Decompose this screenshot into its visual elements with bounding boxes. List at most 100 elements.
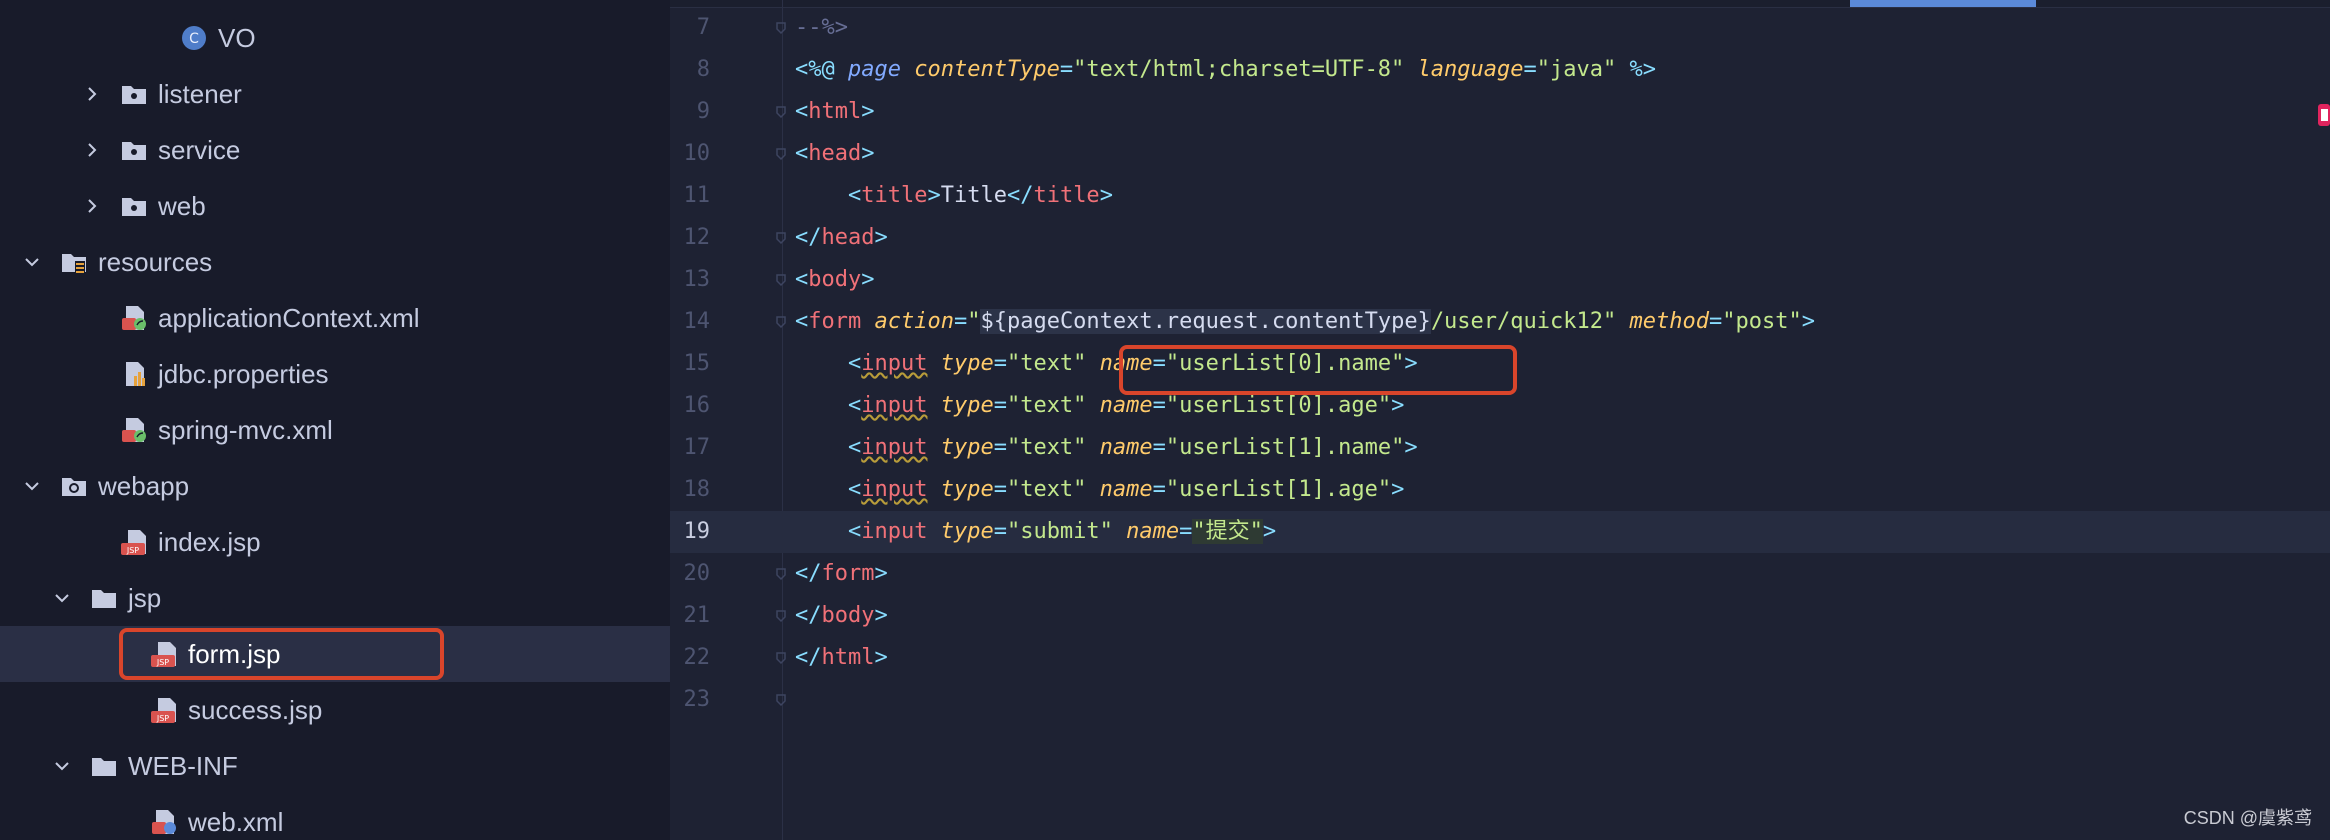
line-number[interactable]: 17 [670, 427, 711, 469]
line-number[interactable]: 13 [670, 259, 711, 301]
fold-marker-icon[interactable] [774, 105, 788, 119]
line-number[interactable]: 22 [670, 637, 711, 679]
fold-marker-icon[interactable] [774, 315, 788, 329]
code-token: "userList[0].name" [1165, 351, 1405, 376]
code-text: </html> [795, 637, 888, 679]
fold-marker-icon[interactable] [774, 567, 788, 581]
line-number[interactable]: 21 [670, 595, 711, 637]
code-line[interactable]: 18 <input type="text" name="userList[1].… [670, 469, 2330, 511]
line-number[interactable]: 14 [670, 301, 711, 343]
tree-item-service[interactable]: service [0, 122, 670, 178]
code-token: = [993, 393, 1007, 418]
code-line[interactable]: 22 </html> [670, 637, 2330, 679]
code-token: "text" [1006, 393, 1100, 418]
code-text: <html> [795, 91, 874, 133]
fold-marker-icon[interactable] [774, 609, 788, 623]
code-token: < [847, 435, 862, 460]
tree-item-success-jsp[interactable]: JSP success.jsp [0, 682, 670, 738]
code-token: type [940, 393, 994, 418]
chevron-down-icon[interactable] [52, 588, 72, 608]
code-text: <input type="text" name="userList[1].age… [795, 469, 1404, 511]
line-number[interactable]: 8 [670, 49, 710, 91]
svg-text:C: C [189, 31, 199, 47]
tree-item-web-xml[interactable]: web.xml [0, 794, 670, 840]
code-line[interactable]: 15 <input type="text" name="userList[0].… [670, 343, 2330, 385]
code-token: = [1523, 57, 1537, 82]
fold-marker-icon[interactable] [774, 147, 788, 161]
tree-item-applicationcontext-xml[interactable]: applicationContext.xml [0, 290, 670, 346]
code-text: <input type="text" name="userList[1].nam… [795, 427, 1418, 469]
code-token: > [1391, 393, 1405, 418]
code-token: > [1404, 435, 1418, 460]
code-line[interactable]: 14 <form action="${pageContext.request.co… [670, 301, 2330, 343]
line-number[interactable]: 18 [670, 469, 711, 511]
code-line[interactable]: 13 <body> [670, 259, 2330, 301]
fold-marker-icon[interactable] [774, 693, 788, 707]
code-line[interactable]: 20 </form> [670, 553, 2330, 595]
code-token: form [808, 309, 875, 334]
jsp-file-icon: JSP [150, 640, 178, 668]
tree-item-label: listener [158, 78, 242, 109]
code-token: contentType [914, 57, 1060, 82]
chevron-right-icon[interactable] [82, 84, 102, 104]
line-number[interactable]: 12 [670, 217, 711, 259]
code-line[interactable]: 21 </body> [670, 595, 2330, 637]
code-text: <body> [795, 259, 874, 301]
code-editor[interactable]: 7 --%> 8 <%@ page contentType="text/html;ch… [670, 0, 2330, 840]
code-line[interactable]: 23 [670, 679, 2330, 721]
fold-marker-icon[interactable] [774, 651, 788, 665]
tree-item-listener[interactable]: listener [0, 66, 670, 122]
tree-item-index-jsp[interactable]: JSP index.jsp [0, 514, 670, 570]
code-token: body [821, 603, 875, 628]
chevron-down-icon[interactable] [22, 252, 42, 272]
chevron-down-icon[interactable] [52, 756, 72, 776]
code-line[interactable]: 8 <%@ page contentType="text/html;charset… [670, 49, 2330, 91]
code-token: > [1404, 351, 1418, 376]
code-line[interactable]: 12 </head> [670, 217, 2330, 259]
jsp-file-icon: JSP [120, 528, 148, 556]
tree-item-jsp[interactable]: jsp [0, 570, 670, 626]
chevron-right-icon[interactable] [82, 140, 102, 160]
code-line[interactable]: 7 --%> [670, 7, 2330, 49]
class-icon: C [180, 24, 208, 52]
chevron-right-icon[interactable] [82, 196, 102, 216]
line-number[interactable]: 7 [670, 7, 710, 49]
tree-item-jdbc-properties[interactable]: jdbc.properties [0, 346, 670, 402]
code-line[interactable]: 11 <title>Title</title> [670, 175, 2330, 217]
code-line[interactable]: 17 <input type="text" name="userList[1].… [670, 427, 2330, 469]
line-number[interactable]: 15 [670, 343, 711, 385]
code-token: = [1179, 519, 1193, 544]
code-token: /user/quick12" [1430, 309, 1630, 334]
code-token: title [861, 183, 928, 208]
chevron-down-icon[interactable] [22, 476, 42, 496]
code-line[interactable]: 10 <head> [670, 133, 2330, 175]
fold-marker-icon[interactable] [774, 273, 788, 287]
tree-item-form-jsp[interactable]: JSP form.jsp [0, 626, 670, 682]
tree-item-webapp[interactable]: webapp [0, 458, 670, 514]
line-number[interactable]: 20 [670, 553, 711, 595]
fold-marker-icon[interactable] [774, 231, 788, 245]
code-token: > [874, 561, 888, 586]
line-number[interactable]: 19 [670, 511, 711, 553]
error-stripe-marker-icon[interactable] [2316, 100, 2330, 130]
code-line[interactable]: 16 <input type="text" name="userList[0].… [670, 385, 2330, 427]
code-line[interactable]: 9 <html> [670, 91, 2330, 133]
tree-item-spring-mvc-xml[interactable]: spring-mvc.xml [0, 402, 670, 458]
tree-item-web[interactable]: web [0, 178, 670, 234]
line-number[interactable]: 11 [670, 175, 711, 217]
fold-marker-icon[interactable] [774, 21, 788, 35]
line-number[interactable]: 10 [670, 133, 711, 175]
code-line[interactable]: 19 <input type="submit" name="提交"> [670, 511, 2330, 553]
tree-item-resources[interactable]: resources [0, 234, 670, 290]
code-text: <input type="text" name="userList[0].age… [795, 385, 1404, 427]
tree-item-web-inf[interactable]: WEB-INF [0, 738, 670, 794]
code-token: head [808, 141, 862, 166]
code-token: = [1152, 435, 1166, 460]
tree-item-vo[interactable]: C VO [0, 10, 670, 66]
folder-icon [90, 752, 118, 780]
line-number[interactable]: 9 [670, 91, 710, 133]
line-number[interactable]: 16 [670, 385, 711, 427]
line-number[interactable]: 23 [670, 679, 711, 721]
